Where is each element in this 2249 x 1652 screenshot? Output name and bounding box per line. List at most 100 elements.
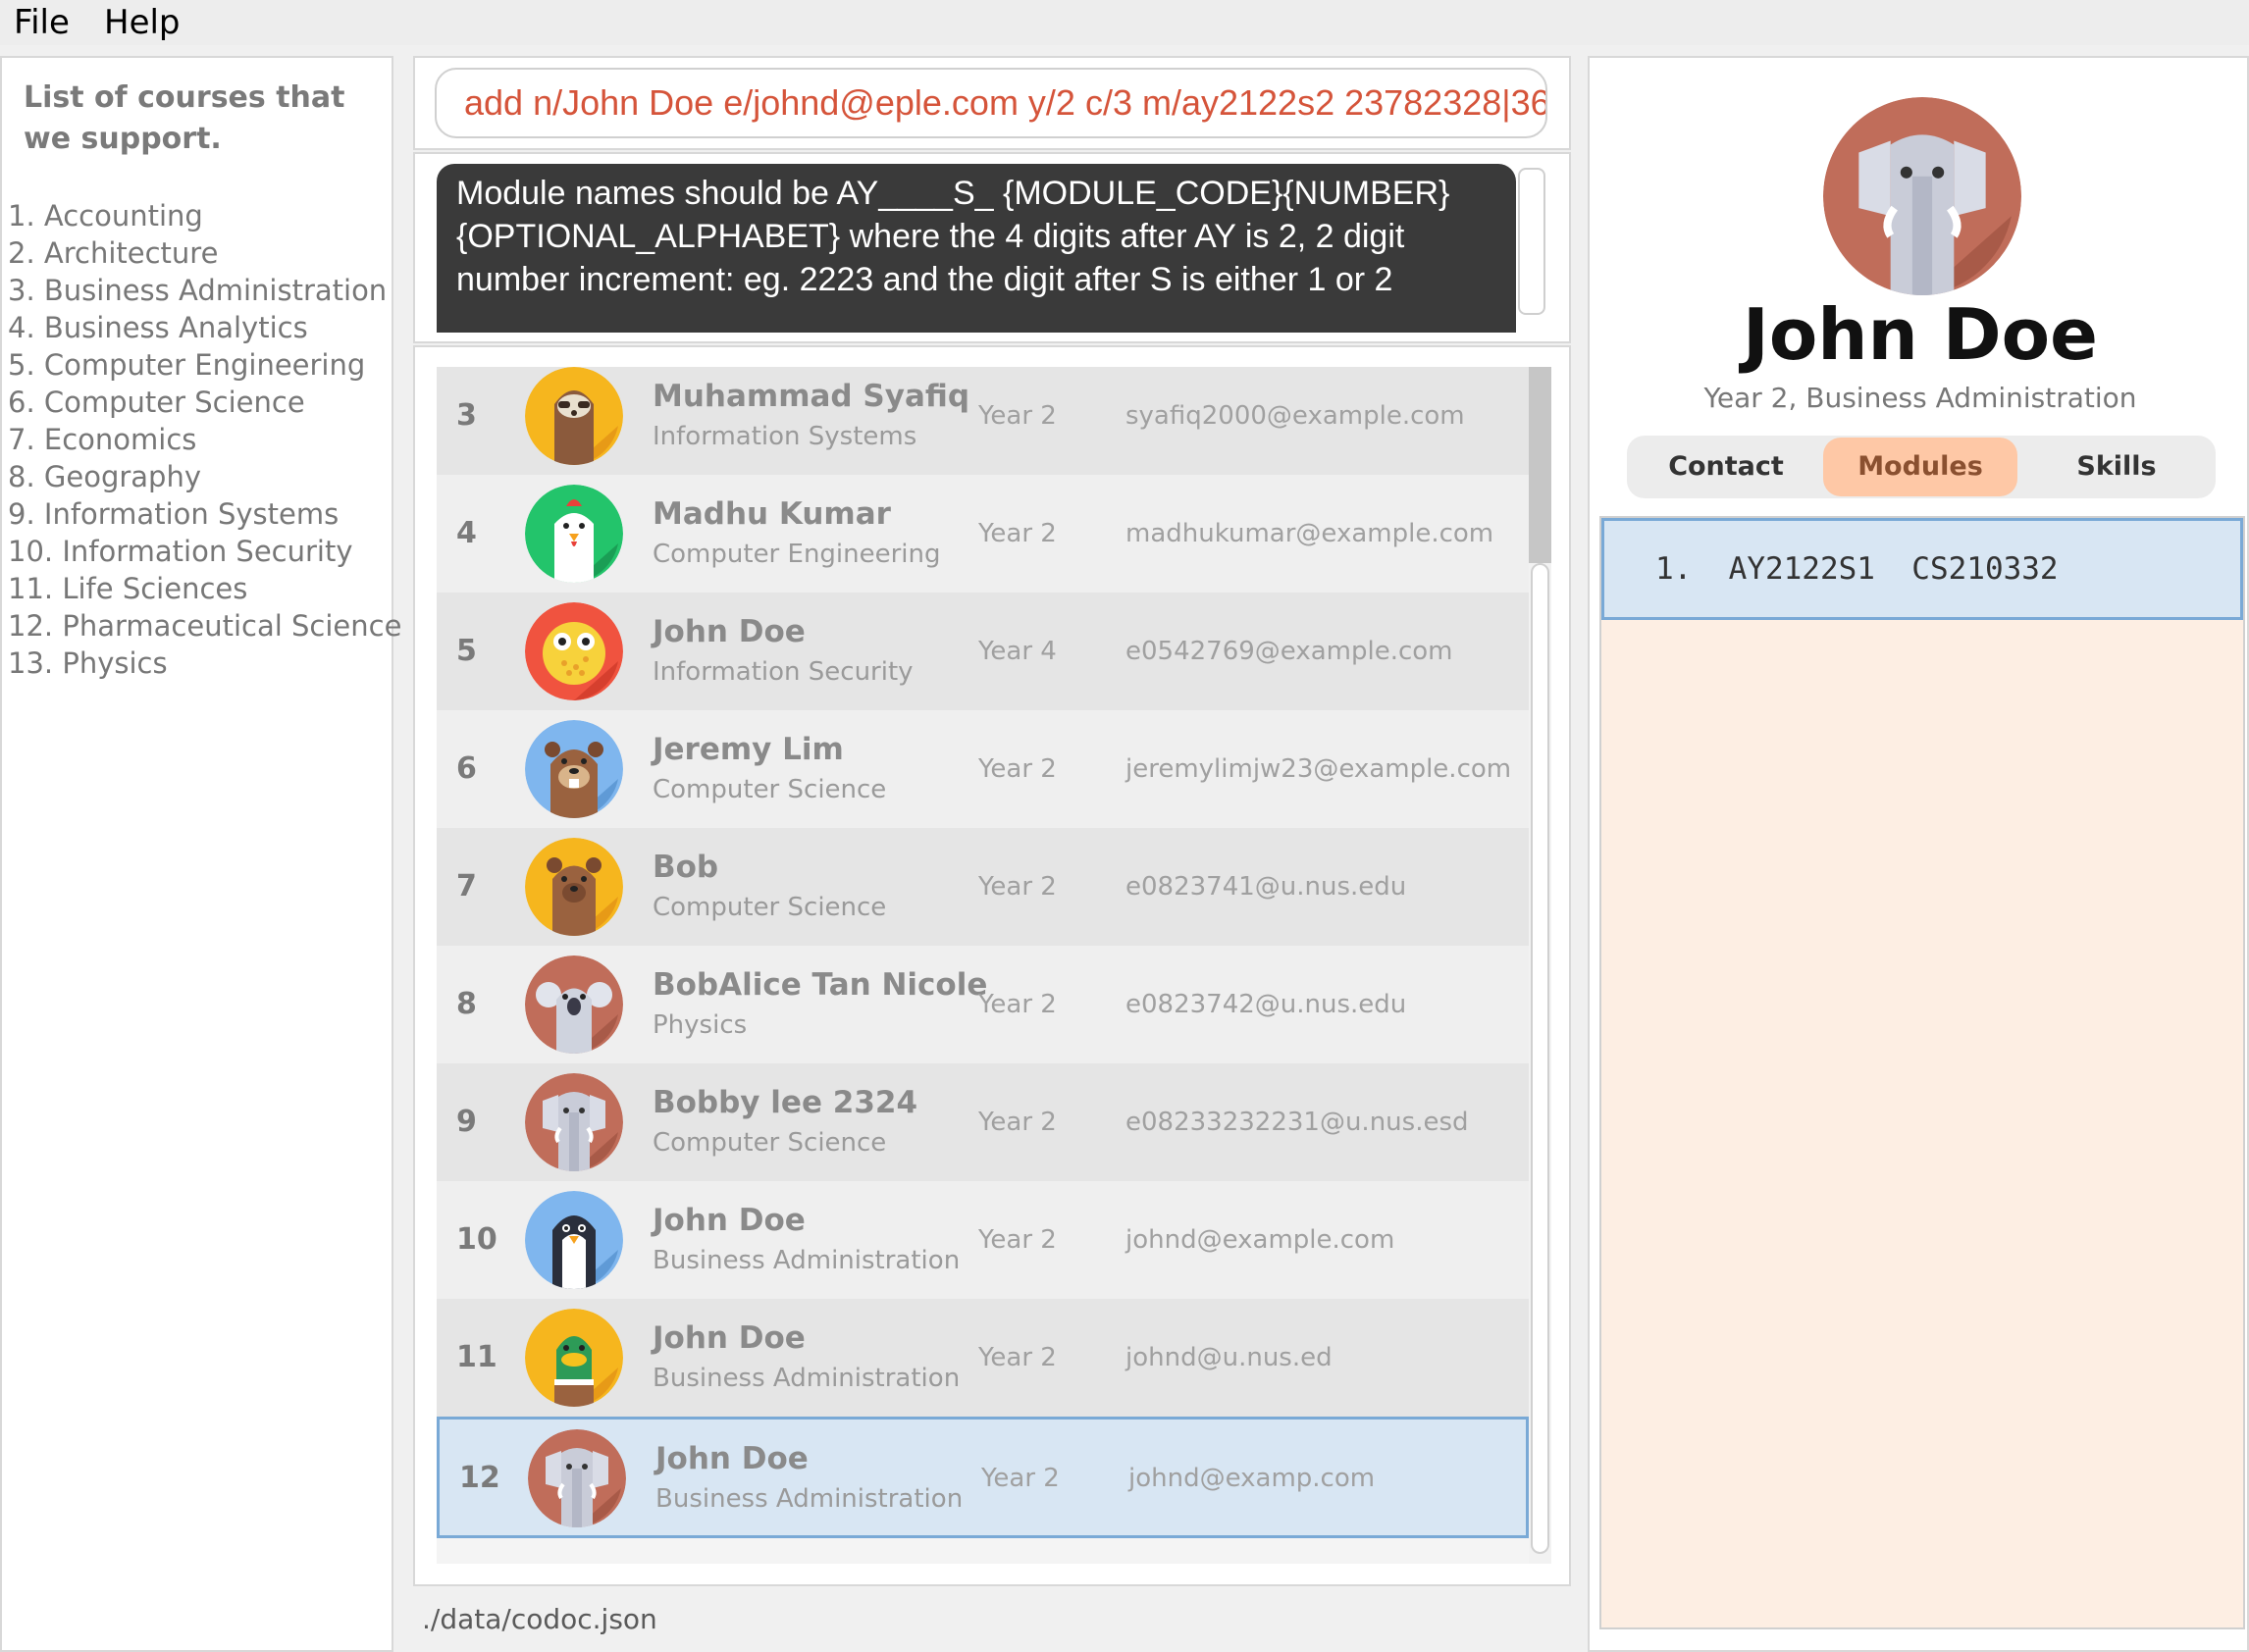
person-email: jeremylimjw23@example.com: [1125, 754, 1512, 784]
status-file-path: ./data/codoc.json: [422, 1603, 657, 1635]
elephant-icon: [1823, 97, 2021, 295]
course-item: 13. Physics: [8, 646, 168, 680]
person-index: 12: [459, 1461, 500, 1495]
profile-panel: John Doe Year 2, Business Administration…: [1588, 56, 2249, 1652]
person-course: Business Administration: [653, 1364, 961, 1393]
course-item: 11. Life Sciences: [8, 572, 248, 605]
person-year: Year 2: [978, 754, 1057, 784]
elephant-icon: [528, 1429, 626, 1527]
person-card[interactable]: 4 Madhu Kumar Computer Engineering Year …: [437, 475, 1529, 593]
person-course: Computer Science: [653, 1128, 887, 1158]
person-name: John Doe: [653, 614, 806, 649]
elephant-icon: [525, 1073, 623, 1171]
course-panel: List of courses that we support. 1. Acco…: [0, 56, 401, 1652]
person-index: 5: [456, 634, 477, 668]
bear-icon: [525, 838, 623, 936]
course-item: 5. Computer Engineering: [8, 348, 366, 382]
person-year: Year 2: [978, 1108, 1057, 1137]
person-card[interactable]: 3 Muhammad Syafiq Information Systems Ye…: [437, 367, 1529, 475]
list-scrollbar[interactable]: [1529, 367, 1551, 1564]
person-year: Year 2: [978, 1343, 1057, 1372]
beaver-icon: [525, 720, 623, 818]
person-year: Year 2: [978, 1225, 1057, 1255]
scrollbar-thumb[interactable]: [1531, 563, 1549, 1554]
course-item: 6. Computer Science: [8, 386, 305, 419]
course-item: 7. Economics: [8, 423, 197, 456]
course-item: 9. Information Systems: [8, 497, 340, 531]
tab-modules[interactable]: Modules: [1823, 438, 2017, 496]
person-course: Business Administration: [655, 1484, 964, 1514]
koala-icon: [525, 955, 623, 1054]
profile-tabs: Contact Modules Skills: [1627, 436, 2216, 498]
person-card[interactable]: 7 Bob Computer Science Year 2 e0823741@u…: [437, 828, 1529, 946]
tab-contact[interactable]: Contact: [1629, 438, 1823, 496]
person-email: e0542769@example.com: [1125, 637, 1453, 666]
person-index: 10: [456, 1222, 497, 1257]
person-email: johnd@u.nus.ed: [1125, 1343, 1333, 1372]
person-year: Year 2: [978, 872, 1057, 902]
person-name: John Doe: [655, 1441, 809, 1476]
person-card[interactable]: 10 John Doe Business Administration Year…: [437, 1181, 1529, 1299]
tab-skills[interactable]: Skills: [2019, 438, 2214, 496]
person-name: Madhu Kumar: [653, 496, 891, 532]
person-course: Business Administration: [653, 1246, 961, 1275]
person-card-selected[interactable]: 12 John Doe Business Administration Year…: [437, 1417, 1529, 1538]
person-name: Muhammad Syafiq: [653, 379, 970, 414]
duck-icon: [525, 1309, 623, 1407]
command-input[interactable]: add n/John Doe e/johnd@eple.com y/2 c/3 …: [435, 68, 1547, 138]
course-item: 4. Business Analytics: [8, 311, 308, 344]
person-index: 8: [456, 987, 477, 1021]
menu-help[interactable]: Help: [104, 0, 181, 45]
person-course: Physics: [653, 1010, 748, 1040]
person-email: madhukumar@example.com: [1125, 519, 1494, 548]
person-email: e08233232231@u.nus.esd: [1125, 1108, 1469, 1137]
person-index: 9: [456, 1105, 477, 1139]
person-course: Computer Science: [653, 893, 887, 922]
result-panel: Module names should be AY____S_ {MODULE_…: [413, 152, 1571, 343]
person-name: Bob: [653, 850, 719, 885]
person-index: 4: [456, 516, 477, 550]
result-scrollbar[interactable]: [1518, 168, 1545, 315]
course-item: 10. Information Security: [8, 535, 353, 568]
person-name: Jeremy Lim: [653, 732, 844, 767]
person-card[interactable]: 5 John Doe Information Security Year 4 e…: [437, 593, 1529, 710]
command-panel: add n/John Doe e/johnd@eple.com y/2 c/3 …: [413, 56, 1571, 150]
person-card[interactable]: 9 Bobby lee 2324 Computer Science Year 2…: [437, 1063, 1529, 1181]
person-year: Year 2: [978, 990, 1057, 1019]
course-list-heading: List of courses that we support.: [24, 80, 345, 156]
person-name: BobAlice Tan Nicole: [653, 967, 988, 1003]
person-card[interactable]: 8 BobAlice Tan Nicole Physics Year 2 e08…: [437, 946, 1529, 1063]
course-item: 2. Architecture: [8, 236, 219, 270]
menu-bar: File Help: [0, 0, 2249, 45]
person-year: Year 2: [981, 1464, 1060, 1493]
person-email: e0823742@u.nus.edu: [1125, 990, 1407, 1019]
person-name: John Doe: [653, 1203, 806, 1238]
person-email: syafiq2000@example.com: [1125, 401, 1465, 431]
person-email: e0823741@u.nus.edu: [1125, 872, 1407, 902]
profile-subtitle: Year 2, Business Administration: [1703, 382, 2137, 414]
person-year: Year 2: [978, 519, 1057, 548]
person-list: 3 Muhammad Syafiq Information Systems Ye…: [437, 367, 1551, 1564]
menu-file[interactable]: File: [14, 0, 70, 45]
penguin-icon: [525, 1191, 623, 1289]
chicken-icon: [525, 485, 623, 583]
person-index: 11: [456, 1340, 497, 1374]
person-card[interactable]: 11 John Doe Business Administration Year…: [437, 1299, 1529, 1417]
profile-name: John Doe: [1743, 293, 2098, 376]
modules-list: 1. AY2122S1 CS210332: [1599, 516, 2245, 1629]
person-list-panel: 3 Muhammad Syafiq Information Systems Ye…: [413, 345, 1571, 1586]
person-card[interactable]: 6 Jeremy Lim Computer Science Year 2 jer…: [437, 710, 1529, 828]
course-item: 3. Business Administration: [8, 274, 388, 307]
person-course: Information Security: [653, 657, 914, 687]
person-email: johnd@example.com: [1125, 1225, 1395, 1255]
person-course: Information Systems: [653, 422, 917, 451]
person-name: Bobby lee 2324: [653, 1085, 918, 1120]
course-item: 12. Pharmaceutical Science: [8, 609, 402, 643]
person-email: johnd@examp.com: [1128, 1464, 1376, 1493]
person-course: Computer Science: [653, 775, 887, 804]
pufferfish-icon: [525, 602, 623, 700]
module-item[interactable]: 1. AY2122S1 CS210332: [1601, 518, 2243, 620]
scrollbar-track: [1529, 367, 1551, 563]
course-item: 1. Accounting: [8, 199, 203, 232]
person-name: John Doe: [653, 1320, 806, 1356]
